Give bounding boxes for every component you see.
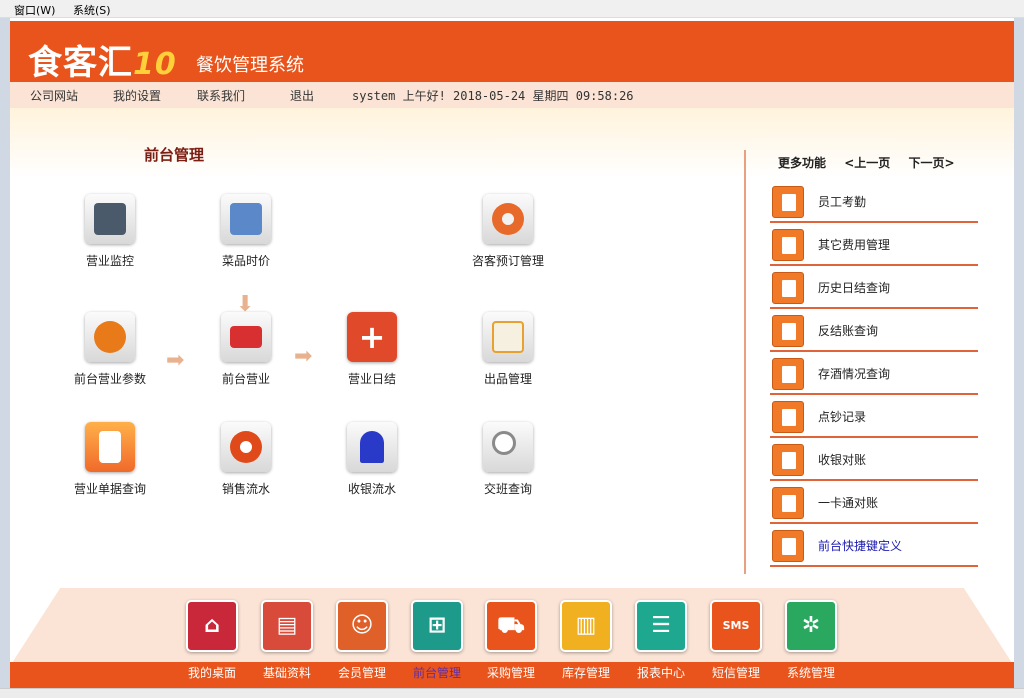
more-item-shortcut-keys[interactable]: 前台快捷键定义 (770, 524, 978, 567)
export-icon (772, 358, 804, 390)
siren-icon (347, 422, 397, 472)
grid-icon (772, 444, 804, 476)
tile-cashier-flow[interactable]: 收银流水 (317, 422, 427, 497)
more-item-cashier-reconcile[interactable]: 收银对账 (770, 438, 978, 481)
app-frame: 食客汇10 餐饮管理系统 公司网站 我的设置 联系我们 退出 system 上午… (10, 18, 1014, 688)
dock-basic-data[interactable]: ▤ 基础资料 (252, 600, 322, 681)
logo-suffix: 10 (133, 47, 177, 82)
more-item-attendance[interactable]: 员工考勤 (770, 180, 978, 223)
dock-system-mgmt[interactable]: ✲ 系统管理 (776, 600, 846, 681)
status-bar (0, 688, 1024, 698)
list-icon: ☰ (635, 600, 687, 652)
folder-icon (772, 229, 804, 261)
more-item-other-expense[interactable]: 其它费用管理 (770, 223, 978, 266)
dock-member-mgmt[interactable]: ☺ 会员管理 (327, 600, 397, 681)
tile-front-business[interactable]: 前台营业 (191, 312, 301, 387)
next-page-link[interactable]: 下一页> (908, 156, 954, 170)
tile-business-monitor[interactable]: 营业监控 (55, 194, 165, 269)
grid-icon: ⊞ (411, 600, 463, 652)
plus-icon: + (347, 312, 397, 362)
tile-label: 菜品时价 (221, 254, 270, 268)
nav-company-site[interactable]: 公司网站 (30, 87, 78, 104)
member-card-icon: ☺ (336, 600, 388, 652)
tile-label: 前台营业参数 (73, 372, 146, 386)
tile-receipt-query[interactable]: 营业单据查询 (55, 422, 165, 497)
tile-reservation[interactable]: 咨客预订管理 (453, 194, 563, 269)
menu-system[interactable]: 系统(S) (73, 2, 111, 18)
tile-label: 收银流水 (347, 482, 396, 496)
tile-label: 销售流水 (221, 482, 270, 496)
main-content: 前台管理 营业监控 菜品时价 咨客预订管理 ⬇ 前台营业参数 ➡ 前台营业 ➡ … (10, 108, 1014, 588)
more-title: 更多功能 (778, 156, 827, 170)
nav-contact-us[interactable]: 联系我们 (197, 87, 245, 104)
folder-icon (772, 272, 804, 304)
menu-window-icon (221, 194, 271, 244)
window-border-left (0, 18, 10, 688)
bottom-dock: ⌂ 我的桌面 ▤ 基础资料 ☺ 会员管理 ⊞ 前台管理 ⛟ 采购管理 ▥ 库存管… (10, 588, 1014, 688)
tile-dish-output[interactable]: 出品管理 (453, 312, 563, 387)
donut-chart-icon (221, 422, 271, 472)
dock-sms-mgmt[interactable]: SMS 短信管理 (701, 600, 771, 681)
app-title: 餐饮管理系统 (196, 55, 304, 76)
home-icon: ⌂ (186, 600, 238, 652)
tile-label: 营业日结 (347, 372, 396, 386)
tile-label: 前台营业 (221, 372, 270, 386)
arrow-right-icon: ➡ (166, 348, 185, 373)
gear-icon: ✲ (785, 600, 837, 652)
tile-dish-price[interactable]: 菜品时价 (191, 194, 301, 269)
export-icon (772, 186, 804, 218)
more-item-wine-storage[interactable]: 存酒情况查询 (770, 352, 978, 395)
cart-icon: ⛟ (485, 600, 537, 652)
more-item-history-close[interactable]: 历史日结查询 (770, 266, 978, 309)
gears-icon (85, 312, 135, 362)
tile-front-params[interactable]: 前台营业参数 (55, 312, 165, 387)
columns-icon: ▥ (560, 600, 612, 652)
brand-logo: 食客汇10 (28, 35, 177, 84)
more-item-cash-count[interactable]: 点钞记录 (770, 395, 978, 438)
arrow-right-icon: ➡ (294, 344, 313, 369)
document-icon (772, 315, 804, 347)
more-item-reverse-checkout[interactable]: 反结账查询 (770, 309, 978, 352)
dock-inventory-mgmt[interactable]: ▥ 库存管理 (551, 600, 621, 681)
logo-text: 食客汇 (28, 43, 133, 83)
tile-label: 出品管理 (483, 372, 532, 386)
tile-label: 营业单据查询 (73, 482, 146, 496)
more-item-card-reconcile[interactable]: 一卡通对账 (770, 481, 978, 524)
sms-icon: SMS (710, 600, 762, 652)
folder-icon (772, 401, 804, 433)
prev-page-link[interactable]: <上一页 (844, 156, 890, 170)
page-title: 前台管理 (144, 146, 205, 164)
layout-icon: ▤ (261, 600, 313, 652)
dock-front-mgmt[interactable]: ⊞ 前台管理 (402, 600, 472, 681)
menu-window[interactable]: 窗口(W) (14, 2, 55, 18)
nav-logout[interactable]: 退出 (290, 87, 314, 104)
tile-shift-query[interactable]: 交班查询 (453, 422, 563, 497)
app-header: 食客汇10 餐饮管理系统 (10, 21, 1014, 83)
tile-sales-flow[interactable]: 销售流水 (191, 422, 301, 497)
tile-label: 营业监控 (85, 254, 134, 268)
magnifier-icon (483, 422, 533, 472)
menu-bar: 窗口(W) 系统(S) (0, 0, 1024, 18)
window-border-right (1014, 18, 1024, 688)
tile-daily-close[interactable]: + 营业日结 (317, 312, 427, 387)
top-nav: 公司网站 我的设置 联系我们 退出 system 上午好! 2018-05-24… (10, 82, 1014, 108)
document-arrow-icon (483, 312, 533, 362)
dock-purchase-mgmt[interactable]: ⛟ 采购管理 (476, 600, 546, 681)
tile-label: 交班查询 (483, 482, 532, 496)
greeting-status: system 上午好! 2018-05-24 星期四 09:58:26 (352, 89, 634, 103)
nav-my-settings[interactable]: 我的设置 (113, 87, 161, 104)
dock-my-desktop[interactable]: ⌂ 我的桌面 (177, 600, 247, 681)
tile-label: 咨客预订管理 (471, 254, 544, 268)
more-functions-header: 更多功能 <上一页 下一页> (778, 154, 969, 171)
card-icon (221, 312, 271, 362)
panel-divider (744, 150, 746, 574)
monitor-dollar-icon (85, 194, 135, 244)
export-icon (772, 530, 804, 562)
document-icon (772, 487, 804, 519)
pie-document-icon (483, 194, 533, 244)
document-export-icon (85, 422, 135, 472)
dock-report-center[interactable]: ☰ 报表中心 (626, 600, 696, 681)
